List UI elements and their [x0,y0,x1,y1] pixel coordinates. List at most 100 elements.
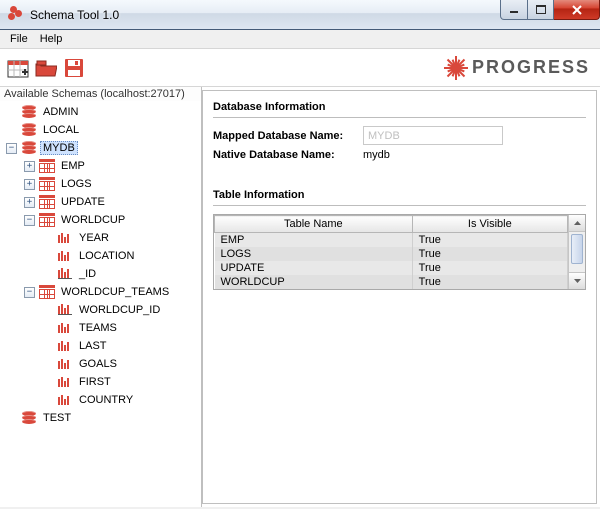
tree-node-label: LAST [76,339,110,353]
expand-toggle-icon[interactable]: − [6,143,17,154]
toolbar-open-schema-button[interactable] [34,56,58,80]
tree-column-location[interactable]: LOCATION [42,247,201,265]
tree-table-logs[interactable]: + LOGS [24,175,201,193]
scroll-down-button[interactable] [569,272,585,289]
table-icon [38,194,56,210]
expand-toggle-icon[interactable]: + [24,197,35,208]
native-db-name-label: Native Database Name: [213,149,363,161]
pk-column-icon [56,266,74,282]
tree-table-worldcup-teams[interactable]: − WORLDCUP_TEAMS [24,283,201,301]
table-row[interactable]: EMP True [215,233,568,248]
expand-toggle-icon[interactable]: − [24,215,35,226]
cell-is-visible: True [412,261,567,275]
cell-table-name: UPDATE [215,261,413,275]
tree-node-label: WORLDCUP [58,213,128,227]
mapped-db-name-label: Mapped Database Name: [213,130,363,142]
column-icon [56,320,74,336]
table-icon [38,158,56,174]
scroll-thumb[interactable] [571,234,583,264]
brand-logo-text: PROGRESS [472,57,590,78]
window-maximize-button[interactable] [528,0,554,20]
toolbar-new-schema-button[interactable] [6,56,30,80]
expand-toggle-icon[interactable]: + [24,179,35,190]
menu-bar: File Help [0,30,600,49]
tree-column-country[interactable]: COUNTRY [42,391,201,409]
expand-toggle-icon[interactable]: − [24,287,35,298]
database-icon [20,122,38,138]
tree-column-year[interactable]: YEAR [42,229,201,247]
calendar-plus-icon [7,58,29,78]
menu-help[interactable]: Help [34,31,69,47]
column-icon [56,338,74,354]
spark-icon [444,56,468,80]
tree-column-first[interactable]: FIRST [42,373,201,391]
expand-toggle-icon[interactable]: + [24,161,35,172]
cell-table-name: EMP [215,233,413,248]
tree-node-label: EMP [58,159,88,173]
tree-node-label: WORLDCUP_ID [76,303,163,317]
tree-node-label: WORLDCUP_TEAMS [58,285,172,299]
database-icon [20,104,38,120]
tree-table-emp[interactable]: + EMP [24,157,201,175]
cell-is-visible: True [412,247,567,261]
app-icon [8,6,24,22]
window-close-button[interactable] [554,0,600,20]
scroll-up-button[interactable] [569,215,585,232]
save-icon [64,58,84,78]
window-titlebar: Schema Tool 1.0 [0,0,600,30]
tree-schema-mydb[interactable]: − MYDB [6,139,201,157]
tree-schema-local[interactable]: LOCAL [6,121,201,139]
tree-node-label: YEAR [76,231,112,245]
table-icon [38,176,56,192]
tree-column-worldcup-id[interactable]: WORLDCUP_ID [42,301,201,319]
table-info-grid[interactable]: Table Name Is Visible EMP True LOGS True [213,214,586,290]
mapped-db-name-input[interactable] [363,126,503,145]
tree-node-label: MYDB [40,141,78,155]
column-icon [56,392,74,408]
column-icon [56,356,74,372]
toolbar-save-button[interactable] [62,56,86,80]
tree-column-last[interactable]: LAST [42,337,201,355]
chevron-down-icon [574,279,581,283]
menu-file[interactable]: File [4,31,34,47]
schema-tree[interactable]: ADMIN LOCAL − MYDB [0,101,201,507]
tree-node-label: LOCATION [76,249,137,263]
tree-schema-admin[interactable]: ADMIN [6,103,201,121]
sidebar-header-label: Available Schemas [4,88,97,100]
cell-table-name: LOGS [215,247,413,261]
database-icon [20,410,38,426]
cell-is-visible: True [412,233,567,248]
tree-node-label: GOALS [76,357,120,371]
column-icon [56,230,74,246]
minimize-icon [509,6,519,14]
brand-logo: PROGRESS [444,49,590,86]
tree-column-goals[interactable]: GOALS [42,355,201,373]
tree-table-worldcup[interactable]: − WORLDCUP [24,211,201,229]
table-row[interactable]: LOGS True [215,247,568,261]
close-icon [571,5,583,15]
tree-schema-test[interactable]: TEST [6,409,201,427]
col-header-is-visible[interactable]: Is Visible [412,216,567,233]
cell-is-visible: True [412,275,567,289]
sidebar-header-host: (localhost:27017) [100,88,184,100]
column-icon [56,248,74,264]
tree-node-label: TEST [40,411,74,425]
maximize-icon [536,5,546,14]
tree-node-label: LOCAL [40,123,82,137]
column-icon [56,374,74,390]
table-row[interactable]: UPDATE True [215,261,568,275]
sidebar-header: Available Schemas (localhost:27017) [0,87,201,101]
col-header-table-name[interactable]: Table Name [215,216,413,233]
native-db-name-value: mydb [363,149,390,161]
sidebar: Available Schemas (localhost:27017) ADMI… [0,87,202,507]
cell-table-name: WORLDCUP [215,275,413,289]
table-row[interactable]: WORLDCUP True [215,275,568,289]
tree-column-teams[interactable]: TEAMS [42,319,201,337]
db-info-title: Database Information [213,101,586,118]
tree-table-update[interactable]: + UPDATE [24,193,201,211]
main-panel: Database Information Mapped Database Nam… [202,90,597,504]
table-vertical-scrollbar[interactable] [568,215,585,289]
table-icon [38,212,56,228]
window-minimize-button[interactable] [500,0,528,20]
tree-column-id[interactable]: _ID [42,265,201,283]
